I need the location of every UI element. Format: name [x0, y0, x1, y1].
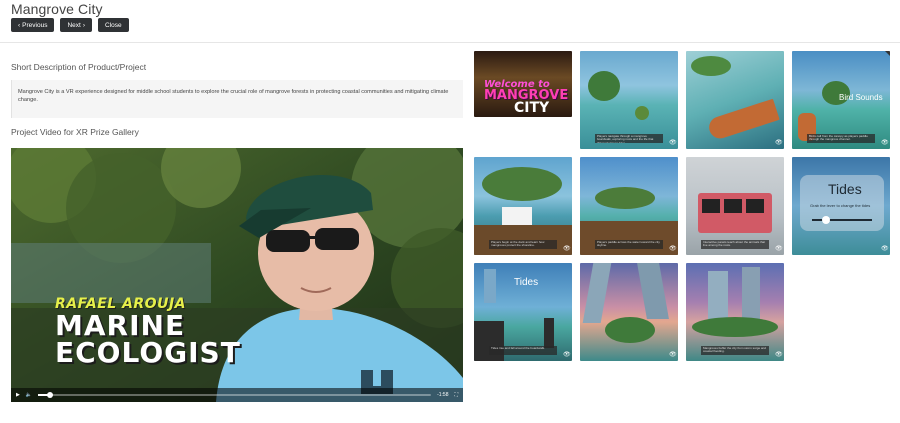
eye-icon[interactable]: 👁 [775, 140, 783, 146]
panel-tile [724, 199, 742, 213]
fullscreen-icon[interactable]: ⛶ [454, 392, 458, 398]
tree-canopy [595, 187, 655, 209]
dock-shape [580, 221, 678, 255]
thumb-caption: Players paddle across the water toward t… [595, 240, 663, 249]
panel-tile [746, 199, 764, 213]
progress-bar[interactable] [38, 392, 432, 398]
building-shape [484, 269, 496, 303]
thumb-caption: Players navigate through a mangrove boar… [595, 134, 663, 143]
tides-slider-track [812, 219, 872, 221]
thumb-caption: Tides rise and fall around the boardwalk… [489, 346, 557, 355]
thumb-caption: Mangroves buffer the city from storm sur… [701, 346, 769, 355]
navigation-bar: ‹ Previous Next › Close [11, 18, 129, 32]
speaker-title-line-1: MARINE [55, 309, 186, 342]
eye-icon[interactable]: 👁 [775, 246, 783, 252]
chevron-right-icon: › [82, 21, 86, 29]
tower-shape [582, 263, 612, 323]
post-shape [474, 321, 504, 361]
close-label: Close [105, 21, 122, 29]
tree-canopy [482, 167, 562, 201]
next-button[interactable]: Next › [60, 18, 93, 32]
header-divider [0, 42, 900, 43]
tides-heading: Tides [828, 181, 862, 197]
chevron-left-icon: ‹ [18, 21, 21, 29]
welcome-line-3: CITY [514, 100, 550, 116]
gallery-thumb-1[interactable]: Welcome to MANGROVE CITY [474, 51, 572, 117]
tree-canopy [605, 317, 655, 343]
eye-icon[interactable]: 👁 [563, 246, 571, 252]
thumb-caption: Interactive panels teach about the anima… [701, 240, 769, 249]
tides-slider-knob [822, 216, 830, 224]
thumb-caption: Birds call from the canopy as players pa… [807, 134, 875, 143]
tower-shape [742, 267, 760, 321]
eye-icon[interactable]: 👁 [881, 140, 889, 146]
eye-icon[interactable]: 👁 [669, 246, 677, 252]
progress-knob[interactable] [46, 392, 53, 398]
gallery-thumb-11[interactable]: Mangroves buffer the city from storm sur… [686, 263, 784, 361]
page-title: Mangrove City [11, 1, 103, 17]
welcome-title: Welcome to MANGROVE CITY [484, 79, 568, 115]
bird-sounds-label: Bird Sounds [839, 93, 883, 102]
video-player[interactable]: RAFAEL AROUJA MARINE ECOLOGIST ▶ 🔈 -1:58… [11, 148, 463, 402]
previous-label: Previous [22, 21, 48, 29]
previous-button[interactable]: ‹ Previous [11, 18, 55, 32]
video-heading: Project Video for XR Prize Gallery [11, 127, 139, 137]
sign-shape [502, 207, 532, 225]
tree-shape [691, 56, 731, 76]
tower-shape [708, 271, 728, 321]
next-label: Next [67, 21, 81, 29]
kayak-shape [706, 98, 780, 142]
gallery-thumb-7[interactable]: Interactive panels teach about the anima… [686, 157, 784, 255]
tower-shape [637, 263, 669, 319]
time-remaining: -1:58 [437, 392, 449, 398]
eye-icon[interactable]: 👁 [669, 140, 677, 146]
plant-shape [635, 106, 649, 120]
post-shape [544, 318, 554, 348]
gallery-thumb-8[interactable]: Tides Grab the lever to change the tides… [792, 157, 890, 255]
tides-instruction: Grab the lever to change the tides [810, 203, 871, 208]
gallery-thumb-2[interactable]: Players navigate through a mangrove boar… [580, 51, 678, 149]
description-heading: Short Description of Product/Project [11, 62, 147, 72]
eye-icon[interactable]: 👁 [775, 352, 783, 358]
gallery-thumb-6[interactable]: Players paddle across the water toward t… [580, 157, 678, 255]
description-text: Mangrove City is a VR experience designe… [11, 80, 463, 118]
tree-canopy [692, 317, 778, 337]
panel-tile [702, 199, 720, 213]
video-controls: ▶ 🔈 -1:58 ⛶ [11, 388, 463, 402]
thumb-caption: Players begin at the dock and learn how … [489, 240, 557, 249]
gallery-thumb-3[interactable]: 👁 [686, 51, 784, 149]
close-button[interactable]: Close [98, 18, 129, 32]
eye-icon[interactable]: 👁 [881, 246, 889, 252]
tree-shape [588, 71, 620, 101]
corner-marker [885, 51, 890, 56]
volume-icon[interactable]: 🔈 [26, 392, 32, 398]
speaker-title-line-2: ECOLOGIST [55, 336, 241, 369]
tides-label: Tides [514, 277, 539, 288]
eye-icon[interactable]: 👁 [563, 352, 571, 358]
eye-icon[interactable]: 👁 [669, 352, 677, 358]
play-icon[interactable]: ▶ [16, 392, 20, 398]
gallery-thumb-4[interactable]: Bird Sounds Birds call from the canopy a… [792, 51, 890, 149]
gallery-thumb-5[interactable]: Players begin at the dock and learn how … [474, 157, 572, 255]
gallery-thumb-10[interactable]: 👁 [580, 263, 678, 361]
gallery-thumb-9[interactable]: Tides Tides rise and fall around the boa… [474, 263, 572, 361]
lower-third: RAFAEL AROUJA MARINE ECOLOGIST [55, 296, 241, 369]
